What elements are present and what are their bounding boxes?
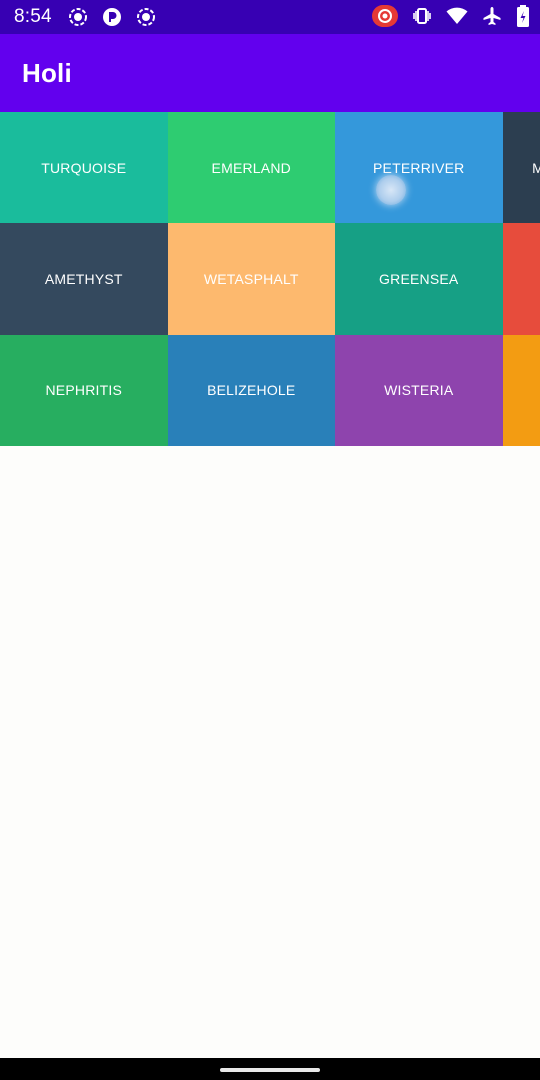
color-tile-label: WETASPHALT xyxy=(203,270,299,287)
color-tile-belizehole[interactable]: BELIZEHOLE xyxy=(167,334,335,446)
wifi-icon xyxy=(446,7,468,25)
touch-indicator xyxy=(376,175,406,205)
color-tile-label: WISTERIA xyxy=(384,382,454,399)
color-tile-wetasphalt[interactable]: WETASPHALT xyxy=(167,223,335,335)
color-tile-greensea[interactable]: GREENSEA xyxy=(335,223,503,335)
status-time: 8:54 xyxy=(14,6,52,27)
color-tile-nephritis[interactable]: NEPHRITIS xyxy=(0,334,168,446)
home-gesture-handle[interactable] xyxy=(220,1068,320,1072)
empty-content-area xyxy=(0,446,540,1058)
color-tile-wisteria[interactable]: WISTERIA xyxy=(335,334,503,446)
record-icon xyxy=(136,7,156,27)
color-grid: TURQUOISE EMERLAND PETERRIVER MIDNIGHTBLUE A… xyxy=(0,112,540,446)
color-tile-emerland[interactable]: EMERLAND xyxy=(167,112,335,224)
status-notification-icons xyxy=(68,7,156,27)
color-tile-midnightblue[interactable]: MIDNIGHTBLUE xyxy=(502,112,540,224)
color-tile-peterriver[interactable]: PETERRIVER xyxy=(335,112,503,224)
color-tile-alizarin[interactable]: ALIZARIN xyxy=(502,223,540,335)
status-bar: 8:54 xyxy=(0,0,540,34)
record-icon xyxy=(68,7,88,27)
status-system-icons xyxy=(372,5,530,27)
color-tile-orange[interactable]: ORANGE xyxy=(502,334,540,446)
color-tile-label: NEPHRITIS xyxy=(45,382,122,399)
color-tile-label: TURQUOISE xyxy=(41,159,127,176)
pocket-casts-icon xyxy=(102,7,122,27)
color-tile-amethyst[interactable]: AMETHYST xyxy=(0,223,168,335)
color-tile-label: PETERRIVER xyxy=(373,159,465,176)
navigation-bar xyxy=(0,1058,540,1080)
color-tile-label: EMERLAND xyxy=(211,159,291,176)
color-tile-label: MIDNIGHTBLUE xyxy=(532,159,540,176)
color-tile-label: BELIZEHOLE xyxy=(207,382,296,399)
battery-icon xyxy=(516,5,530,27)
color-tile-label: AMETHYST xyxy=(44,270,123,287)
screen-record-badge-icon xyxy=(372,5,398,27)
color-tile-label: GREENSEA xyxy=(379,270,459,287)
color-tile-turquoise[interactable]: TURQUOISE xyxy=(0,112,168,224)
airplane-icon xyxy=(482,6,502,26)
app-bar: Holi xyxy=(0,34,540,112)
vibrate-icon xyxy=(412,6,432,26)
app-title: Holi xyxy=(22,58,72,88)
